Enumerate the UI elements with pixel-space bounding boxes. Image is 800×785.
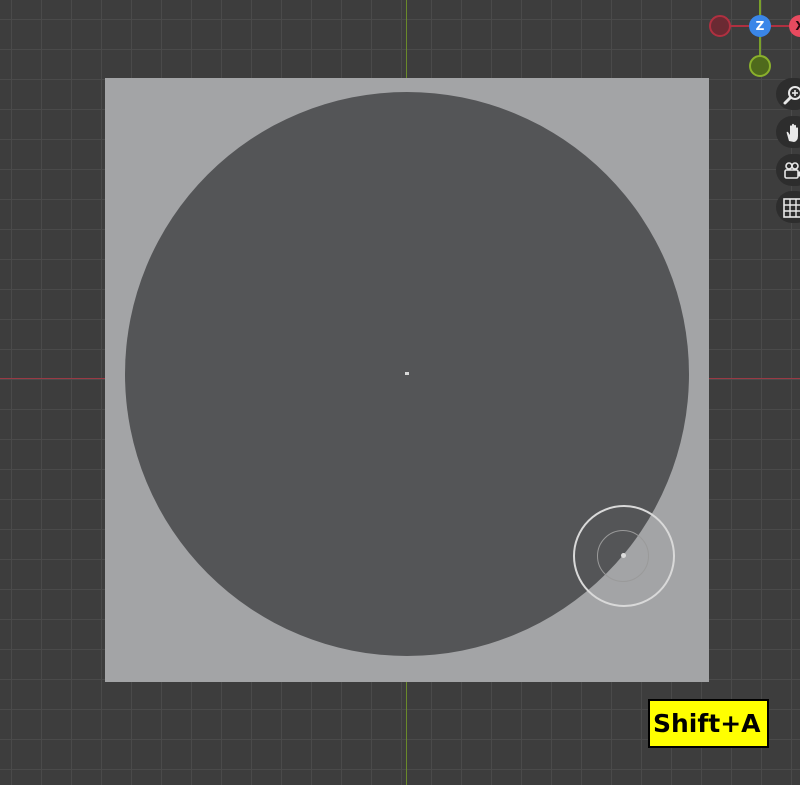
pan-hand-icon <box>786 123 798 142</box>
3d-viewport[interactable]: Z X Shift+A <box>0 0 800 785</box>
keystroke-overlay: Shift+A <box>648 699 769 748</box>
grid-icon <box>783 198 800 218</box>
grid-view-button[interactable] <box>776 191 800 223</box>
brush-center-dot <box>621 553 626 558</box>
pan-button[interactable] <box>776 116 800 148</box>
camera-view-button[interactable] <box>776 154 800 186</box>
zoom-icon <box>783 86 800 105</box>
zoom-button[interactable] <box>776 78 800 110</box>
gizmo-negative-x-handle[interactable] <box>709 15 731 37</box>
gizmo-z-handle[interactable]: Z <box>749 15 771 37</box>
origin-marker <box>405 372 409 375</box>
camera-icon <box>784 162 800 179</box>
gizmo-negative-y-handle[interactable] <box>749 55 771 77</box>
gizmo-x-handle[interactable]: X <box>789 15 800 37</box>
